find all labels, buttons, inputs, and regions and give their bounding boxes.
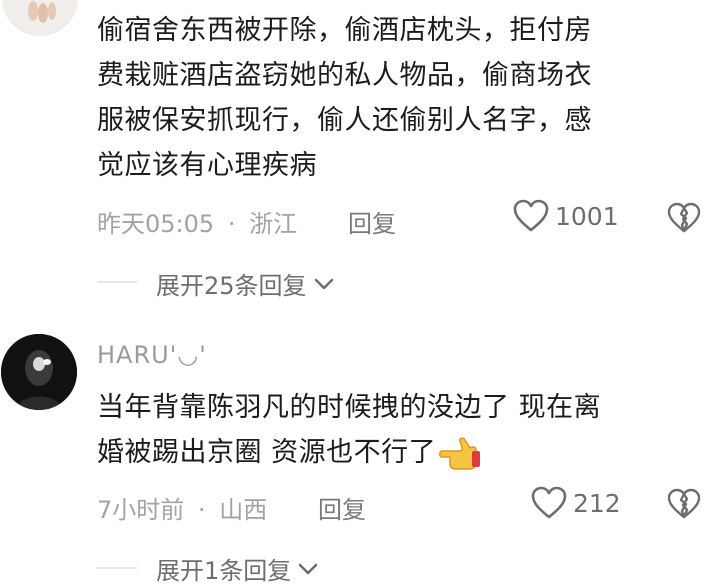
dislike-button[interactable] [667, 202, 701, 238]
comment-1: 偷宿舍东西被开除，偷酒店枕头，拒付房 费栽赃酒店盗窃她的私人物品，偷商场衣 服被… [97, 8, 592, 188]
reply-button[interactable]: 回复 [318, 490, 366, 525]
avatar-image [1, 334, 77, 410]
comment-text-line: 觉应该有心理疾病 [97, 150, 317, 181]
like-count: 212 [573, 488, 621, 518]
avatar-image [28, 1, 56, 23]
expand-replies-label: 展开25条回复 [156, 272, 307, 300]
comment-text-line: 服被保安抓现行，偷人还偷别人名字，感 [97, 105, 592, 136]
like-button[interactable]: 212 [531, 486, 621, 520]
meta-separator: · [227, 210, 236, 238]
like-count: 1001 [555, 201, 619, 231]
avatar[interactable] [2, 0, 78, 36]
username[interactable]: HARU'◡' [97, 341, 207, 369]
broken-heart-icon [667, 488, 701, 519]
comment-location: 山西 [219, 496, 268, 524]
avatar[interactable] [1, 334, 77, 410]
reply-button[interactable]: 回复 [348, 204, 396, 239]
comment-2: 当年背靠陈羽凡的时候拽的没边了 现在离 婚被踢出京圈 资源也不行了 [97, 385, 601, 475]
heart-icon [531, 486, 567, 519]
expand-divider [97, 567, 137, 569]
like-button[interactable]: 1001 [513, 199, 619, 233]
comment-text-line: 婚被踢出京圈 资源也不行了 [97, 437, 437, 468]
dislike-button[interactable] [667, 488, 701, 524]
chevron-down-icon [314, 278, 333, 289]
comment-location: 浙江 [249, 210, 298, 238]
comment-time: 7小时前 [97, 496, 185, 524]
hand-pointing-icon [439, 436, 481, 470]
expand-replies-button[interactable]: 展开1条回复 [156, 551, 319, 586]
comment-text-line: 费栽赃酒店盗窃她的私人物品，偷商场衣 [97, 60, 592, 91]
expand-replies-button[interactable]: 展开25条回复 [156, 266, 335, 301]
comment-meta: 昨天05:05 · 浙江 [97, 204, 297, 239]
comment-text-line: 当年背靠陈羽凡的时候拽的没边了 现在离 [97, 392, 602, 423]
meta-separator: · [197, 496, 206, 524]
comment-text-row: 婚被踢出京圈 资源也不行了 [97, 430, 601, 475]
heart-icon [513, 199, 549, 232]
comment-meta: 7小时前 · 山西 [97, 490, 267, 525]
broken-heart-icon [667, 202, 701, 233]
comment-text-line: 偷宿舍东西被开除，偷酒店枕头，拒付房 [97, 15, 592, 46]
chevron-down-icon [298, 563, 318, 574]
comment-time: 昨天05:05 [97, 210, 215, 238]
expand-replies-label: 展开1条回复 [156, 557, 292, 585]
expand-divider [97, 281, 137, 283]
